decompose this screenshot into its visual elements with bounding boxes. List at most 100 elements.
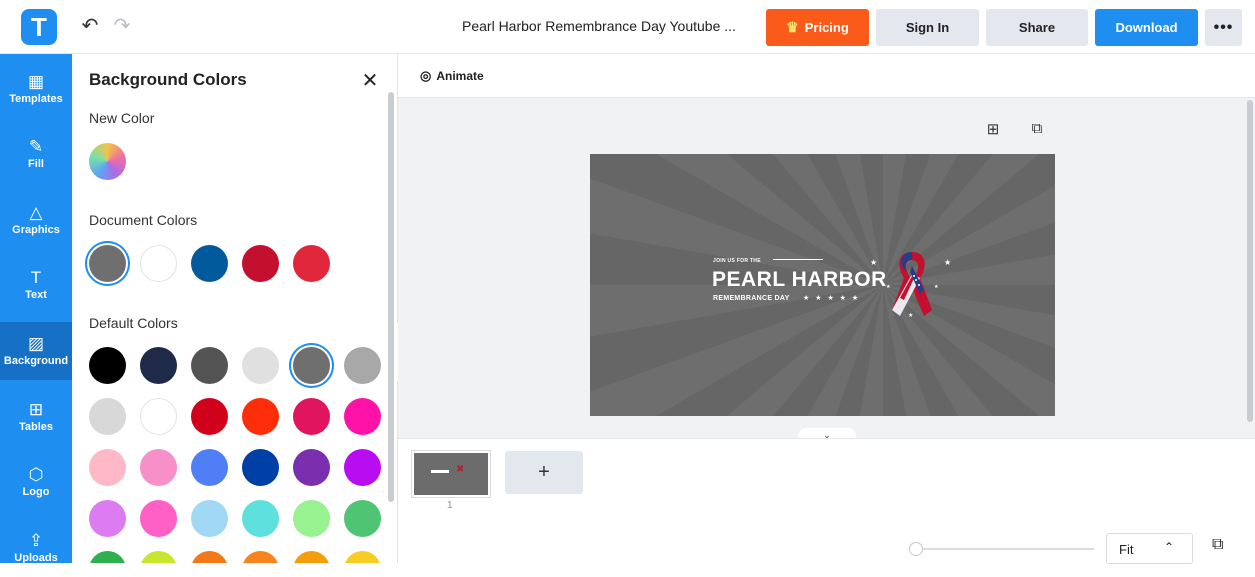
color-swatch[interactable] (242, 551, 279, 563)
sidebar-item-logo[interactable]: ⬡ Logo (0, 453, 72, 511)
color-swatch[interactable] (191, 347, 228, 384)
templates-icon: ▦ (27, 72, 45, 91)
color-swatch[interactable] (89, 398, 126, 435)
color-swatch[interactable] (344, 551, 381, 563)
logo-icon: ⬡ (28, 465, 44, 484)
sidebar-item-templates[interactable]: ▦ Templates (0, 60, 72, 118)
zoom-slider-track[interactable] (918, 548, 1094, 550)
download-button[interactable]: Download (1095, 9, 1198, 46)
panel-scrollbar[interactable] (388, 92, 394, 502)
color-swatch[interactable] (242, 245, 279, 282)
color-swatch[interactable] (293, 245, 330, 282)
flag-ribbon-icon[interactable] (890, 248, 934, 320)
sidebar-rail: ▦ Templates ✎ Fill △ Graphics T Text ▨ B… (0, 54, 72, 564)
pricing-label: Pricing (804, 20, 849, 35)
panel-title: Background Colors (89, 70, 247, 89)
pricing-button[interactable]: ♛ Pricing (766, 9, 869, 46)
zoom-slider-handle[interactable] (909, 542, 923, 556)
color-swatch[interactable] (191, 398, 228, 435)
star-icon: ★ (934, 284, 939, 290)
document-colors-label: Document Colors (89, 212, 198, 228)
sidebar-item-label: Fill (28, 158, 44, 170)
sidebar-item-uploads[interactable]: ⇪ Uploads (0, 519, 72, 577)
tables-icon: ⊞ (28, 400, 44, 419)
app-logo[interactable]: T (21, 9, 57, 45)
color-swatch[interactable] (344, 347, 381, 384)
more-options-button[interactable]: ••• (1205, 9, 1242, 46)
sidebar-item-background[interactable]: ▨ Background (0, 322, 72, 380)
color-swatch[interactable] (293, 500, 330, 537)
color-swatch[interactable] (89, 551, 126, 563)
background-icon: ▨ (27, 334, 45, 353)
animate-toolbar: ◎ Animate (398, 54, 1255, 98)
sidebar-item-label: Templates (9, 93, 63, 105)
page-thumbnail[interactable]: ✖ (412, 451, 490, 497)
close-icon[interactable]: ✕ (359, 68, 381, 93)
graphics-icon: △ (29, 203, 43, 222)
sidebar-item-label: Text (25, 289, 47, 301)
pages-strip: ✖ 1 + Fit ⌃ ⧉ (398, 438, 1255, 564)
color-swatch[interactable] (293, 449, 330, 486)
color-swatch[interactable] (191, 551, 228, 563)
sidebar-item-tables[interactable]: ⊞ Tables (0, 388, 72, 446)
add-page-button[interactable]: + (505, 451, 583, 494)
sidebar-item-label: Logo (22, 486, 50, 498)
canvas-main-title[interactable]: PEARL HARBOR (712, 268, 887, 292)
color-swatch[interactable] (89, 449, 126, 486)
color-swatch[interactable] (140, 398, 177, 435)
design-canvas[interactable]: JOIN US FOR THE PEARL HARBOR REMEMBRANCE… (590, 154, 1055, 416)
color-swatch[interactable] (140, 347, 177, 384)
background-colors-panel: Background Colors ✕ New Color Document C… (72, 54, 398, 563)
canvas-divider-line (773, 259, 823, 260)
zoom-select[interactable]: Fit ⌃ (1106, 533, 1193, 564)
color-swatch[interactable] (89, 245, 126, 282)
star-icon: ★ (870, 258, 878, 267)
workspace-scrollbar[interactable] (1247, 100, 1253, 422)
sign-in-button[interactable]: Sign In (876, 9, 979, 46)
fill-icon: ✎ (28, 137, 44, 156)
duplicate-page-icon[interactable]: ⧉ (1027, 120, 1047, 137)
undo-icon[interactable]: ↶ (78, 14, 102, 38)
color-swatch[interactable] (242, 347, 279, 384)
color-swatch[interactable] (140, 449, 177, 486)
color-swatch[interactable] (140, 245, 177, 282)
sidebar-item-label: Graphics (12, 224, 60, 236)
color-swatch[interactable] (293, 347, 330, 384)
document-title[interactable]: Pearl Harbor Remembrance Day Youtube ... (462, 18, 752, 34)
page-number: 1 (447, 500, 453, 511)
color-swatch[interactable] (293, 398, 330, 435)
sidebar-item-label: Tables (18, 421, 54, 433)
page-view-icon[interactable]: ⧉ (1212, 536, 1223, 554)
add-page-icon[interactable]: ⊞ (983, 120, 1003, 138)
color-swatch[interactable] (140, 551, 177, 563)
color-swatch[interactable] (89, 347, 126, 384)
top-bar: T ↶ ↷ Pearl Harbor Remembrance Day Youtu… (0, 0, 1255, 54)
new-color-picker[interactable] (89, 143, 126, 180)
color-swatch[interactable] (293, 551, 330, 563)
animate-button[interactable]: ◎ Animate (420, 68, 484, 84)
color-swatch[interactable] (344, 398, 381, 435)
zoom-value: Fit (1119, 542, 1134, 557)
thumbnail-ribbon-mark: ✖ (456, 464, 465, 475)
canvas-subtitle[interactable]: REMEMBRANCE DAY (713, 295, 790, 302)
redo-icon[interactable]: ↷ (110, 14, 134, 38)
color-swatch[interactable] (242, 449, 279, 486)
animate-icon: ◎ (420, 68, 432, 83)
sidebar-item-text[interactable]: T Text (0, 256, 72, 314)
color-swatch[interactable] (191, 245, 228, 282)
color-swatch[interactable] (191, 500, 228, 537)
color-swatch[interactable] (344, 500, 381, 537)
sidebar-item-graphics[interactable]: △ Graphics (0, 191, 72, 249)
sidebar-item-fill[interactable]: ✎ Fill (0, 125, 72, 183)
color-swatch[interactable] (89, 500, 126, 537)
crown-icon: ♛ (786, 19, 799, 35)
canvas-join-text[interactable]: JOIN US FOR THE (713, 258, 761, 264)
color-swatch[interactable] (344, 449, 381, 486)
workspace: ◎ Animate ⊞ ⧉ JOIN US FOR THE PEARL HARBO… (398, 54, 1255, 564)
thumbnail-text-mark (431, 470, 449, 473)
share-button[interactable]: Share (986, 9, 1088, 46)
color-swatch[interactable] (242, 398, 279, 435)
color-swatch[interactable] (140, 500, 177, 537)
color-swatch[interactable] (191, 449, 228, 486)
color-swatch[interactable] (242, 500, 279, 537)
